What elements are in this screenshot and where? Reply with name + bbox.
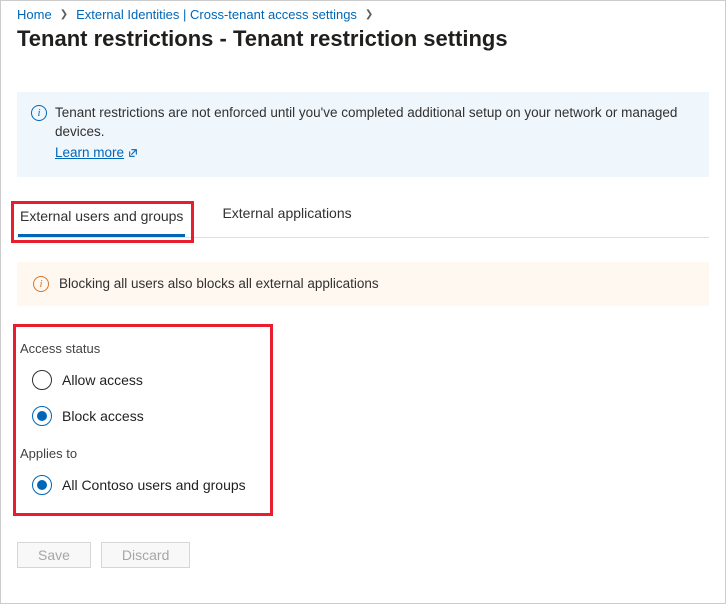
access-status-label: Access status [20, 341, 258, 356]
info-icon: i [31, 105, 47, 121]
tab-list: External users and groups External appli… [17, 201, 709, 238]
warning-banner-text: Blocking all users also blocks all exter… [59, 276, 379, 291]
warning-icon: i [33, 276, 49, 292]
discard-button[interactable]: Discard [101, 542, 190, 568]
radio-allow-label: Allow access [62, 372, 143, 388]
radio-applies-all-label: All Contoso users and groups [62, 477, 246, 493]
tab-external-applications[interactable]: External applications [220, 201, 353, 237]
button-row: Save Discard [17, 542, 709, 568]
chevron-right-icon: ❯ [60, 9, 68, 20]
learn-more-label: Learn more [55, 144, 124, 163]
save-button[interactable]: Save [17, 542, 91, 568]
learn-more-link[interactable]: Learn more [55, 144, 138, 163]
external-link-icon [128, 148, 138, 158]
chevron-right-icon: ❯ [365, 9, 373, 20]
radio-applies-all[interactable]: All Contoso users and groups [32, 475, 258, 495]
radio-icon [32, 370, 52, 390]
radio-checked-icon [32, 475, 52, 495]
radio-block-label: Block access [62, 408, 144, 424]
breadcrumb-external-identities[interactable]: External Identities | Cross-tenant acces… [76, 7, 357, 22]
info-banner-text: Tenant restrictions are not enforced unt… [55, 105, 677, 139]
radio-allow-access[interactable]: Allow access [32, 370, 258, 390]
applies-to-label: Applies to [20, 446, 258, 461]
breadcrumb-home[interactable]: Home [17, 7, 52, 22]
breadcrumb: Home ❯ External Identities | Cross-tenan… [17, 7, 709, 22]
warning-banner: i Blocking all users also blocks all ext… [17, 262, 709, 306]
radio-block-access[interactable]: Block access [32, 406, 258, 426]
page-title: Tenant restrictions - Tenant restriction… [17, 26, 709, 52]
tab-external-users-groups[interactable]: External users and groups [18, 204, 185, 237]
info-banner: i Tenant restrictions are not enforced u… [17, 92, 709, 177]
radio-checked-icon [32, 406, 52, 426]
